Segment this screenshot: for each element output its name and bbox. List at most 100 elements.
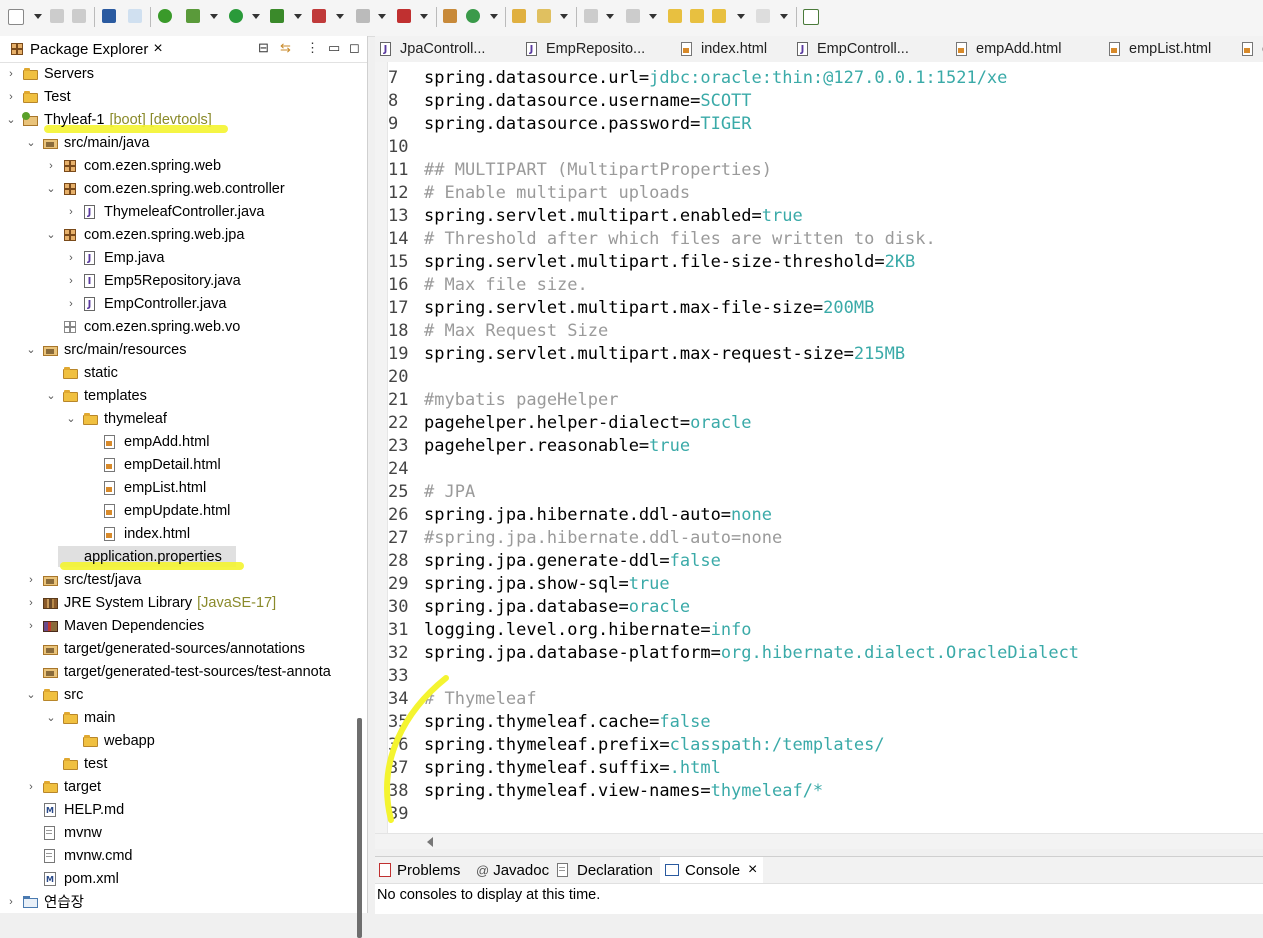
tree-item[interactable]: webapp: [0, 729, 358, 752]
code-editor[interactable]: 7 spring.datasource.url=jdbc:oracle:thin:…: [375, 62, 1263, 833]
tree-item[interactable]: ⌄ main: [0, 706, 358, 729]
tree-item[interactable]: com.ezen.spring.web.vo: [0, 315, 358, 338]
editor-horizontal-scrollbar[interactable]: [375, 833, 1263, 849]
tree-item[interactable]: empUpdate.html: [0, 499, 358, 522]
new-java-class-icon[interactable]: [466, 9, 480, 23]
new-java-package-icon[interactable]: [443, 9, 457, 23]
tree-item[interactable]: empList.html: [0, 476, 358, 499]
chevron-right-icon[interactable]: ›: [65, 252, 77, 264]
close-icon[interactable]: ×: [748, 861, 757, 879]
editor-tab[interactable]: empAdd.html: [955, 36, 1061, 62]
new-class-dropdown-icon[interactable]: [490, 14, 498, 19]
view-menu-icon[interactable]: ⋮: [306, 40, 319, 56]
tree-item[interactable]: target/generated-sources/annotations: [0, 637, 358, 660]
editor-tab[interactable]: em: [1241, 36, 1263, 62]
tree-item[interactable]: index.html: [0, 522, 358, 545]
chevron-down-icon[interactable]: ⌄: [65, 412, 77, 425]
external-tools-dropdown-icon[interactable]: [336, 14, 344, 19]
editor-tab[interactable]: EmpReposito...: [525, 36, 645, 62]
tree-item[interactable]: › Emp5Repository.java: [0, 269, 358, 292]
tab-problems[interactable]: Problems: [379, 857, 460, 883]
skip-breakpoints-icon[interactable]: [128, 9, 142, 23]
tree-item[interactable]: HELP.md: [0, 798, 358, 821]
search-icon[interactable]: [537, 9, 551, 23]
spring-boot-icon[interactable]: [158, 9, 172, 23]
debug-dropdown-icon[interactable]: [210, 14, 218, 19]
pin-editor-icon[interactable]: [803, 9, 819, 25]
tree-item[interactable]: ⌄ templates: [0, 384, 358, 407]
chevron-right-icon[interactable]: ›: [65, 275, 77, 287]
prev-annotation-icon[interactable]: [626, 9, 640, 23]
chevron-down-icon[interactable]: ⌄: [25, 343, 37, 356]
tree-item[interactable]: target/generated-test-sources/test-annot…: [0, 660, 358, 683]
close-icon[interactable]: ×: [153, 40, 162, 58]
tree-item[interactable]: ⌄ com.ezen.spring.web.controller: [0, 177, 358, 200]
editor-tab[interactable]: index.html: [680, 36, 767, 62]
next-annotation-dropdown-icon[interactable]: [606, 14, 614, 19]
chevron-right-icon[interactable]: ›: [5, 896, 17, 908]
chevron-right-icon[interactable]: ›: [65, 206, 77, 218]
editor-tab[interactable]: empList.html: [1108, 36, 1211, 62]
tree-item[interactable]: application.properties: [0, 545, 358, 570]
tree-item[interactable]: › Maven Dependencies: [0, 614, 358, 637]
chevron-right-icon[interactable]: ›: [25, 620, 37, 632]
tree-item[interactable]: ⌄ com.ezen.spring.web.jpa: [0, 223, 358, 246]
new-dropdown-icon[interactable]: [34, 14, 42, 19]
save-icon[interactable]: [50, 9, 64, 23]
prev-annotation-dropdown-icon[interactable]: [649, 14, 657, 19]
tree-item[interactable]: empAdd.html: [0, 430, 358, 453]
chevron-down-icon[interactable]: ⌄: [45, 711, 57, 724]
chevron-right-icon[interactable]: ›: [25, 597, 37, 609]
scroll-left-icon[interactable]: [427, 837, 433, 847]
chevron-down-icon[interactable]: ⌄: [25, 136, 37, 149]
tree-item[interactable]: › 연습장: [0, 890, 358, 913]
tree-item[interactable]: ⌄ Thyleaf-1 [boot] [devtools]: [0, 108, 358, 133]
stop-dropdown-icon[interactable]: [378, 14, 386, 19]
tree-item[interactable]: › target: [0, 775, 358, 798]
chevron-right-icon[interactable]: ›: [25, 781, 37, 793]
tab-javadoc[interactable]: @ Javadoc: [476, 857, 549, 883]
tree-item[interactable]: test: [0, 752, 358, 775]
chevron-down-icon[interactable]: ⌄: [45, 228, 57, 241]
server-icon[interactable]: [397, 9, 411, 23]
chevron-right-icon[interactable]: ›: [5, 68, 17, 80]
forward-dropdown-icon[interactable]: [780, 14, 788, 19]
tab-console[interactable]: Console ×: [660, 857, 764, 883]
tree-item[interactable]: mvnw: [0, 821, 358, 844]
tree-item[interactable]: empDetail.html: [0, 453, 358, 476]
coverage-icon[interactable]: [270, 9, 284, 23]
debug-icon[interactable]: [186, 9, 200, 23]
chevron-right-icon[interactable]: ›: [25, 574, 37, 586]
tab-declaration[interactable]: Declaration: [556, 857, 653, 883]
tree-item[interactable]: › Emp.java: [0, 246, 358, 269]
tree-item[interactable]: pom.xml: [0, 867, 358, 890]
tree-item[interactable]: ⌄ src: [0, 683, 358, 706]
chevron-down-icon[interactable]: ⌄: [45, 389, 57, 402]
stop-icon[interactable]: [356, 9, 370, 23]
save-all-icon[interactable]: [72, 9, 86, 23]
back-dropdown-icon[interactable]: [737, 14, 745, 19]
next-annotation-icon[interactable]: [584, 9, 598, 23]
collapse-all-icon[interactable]: ⊟: [258, 40, 269, 56]
maximize-icon[interactable]: ◻: [349, 40, 360, 56]
tree-item[interactable]: static: [0, 361, 358, 384]
external-tools-icon[interactable]: [312, 9, 326, 23]
chevron-down-icon[interactable]: ⌄: [45, 182, 57, 195]
chevron-right-icon[interactable]: ›: [65, 298, 77, 310]
tree-item[interactable]: › EmpController.java: [0, 292, 358, 315]
tree-item[interactable]: › com.ezen.spring.web: [0, 154, 358, 177]
tree-item[interactable]: ⌄ src/main/resources: [0, 338, 358, 361]
tree-item[interactable]: ⌄ src/main/java: [0, 131, 358, 154]
tree-item[interactable]: › ThymeleafController.java: [0, 200, 358, 223]
tree-item[interactable]: › src/test/java: [0, 568, 358, 591]
tree-item[interactable]: mvnw.cmd: [0, 844, 358, 867]
back-icon[interactable]: [712, 9, 726, 23]
minimize-icon[interactable]: ▭: [328, 40, 340, 56]
coverage-dropdown-icon[interactable]: [294, 14, 302, 19]
new-icon[interactable]: [8, 9, 24, 25]
run-dropdown-icon[interactable]: [252, 14, 260, 19]
tree-item[interactable]: › Test: [0, 85, 358, 108]
chevron-down-icon[interactable]: ⌄: [5, 113, 17, 126]
editor-tab[interactable]: EmpControll...: [796, 36, 909, 62]
editor-tab[interactable]: JpaControll...: [379, 36, 485, 62]
